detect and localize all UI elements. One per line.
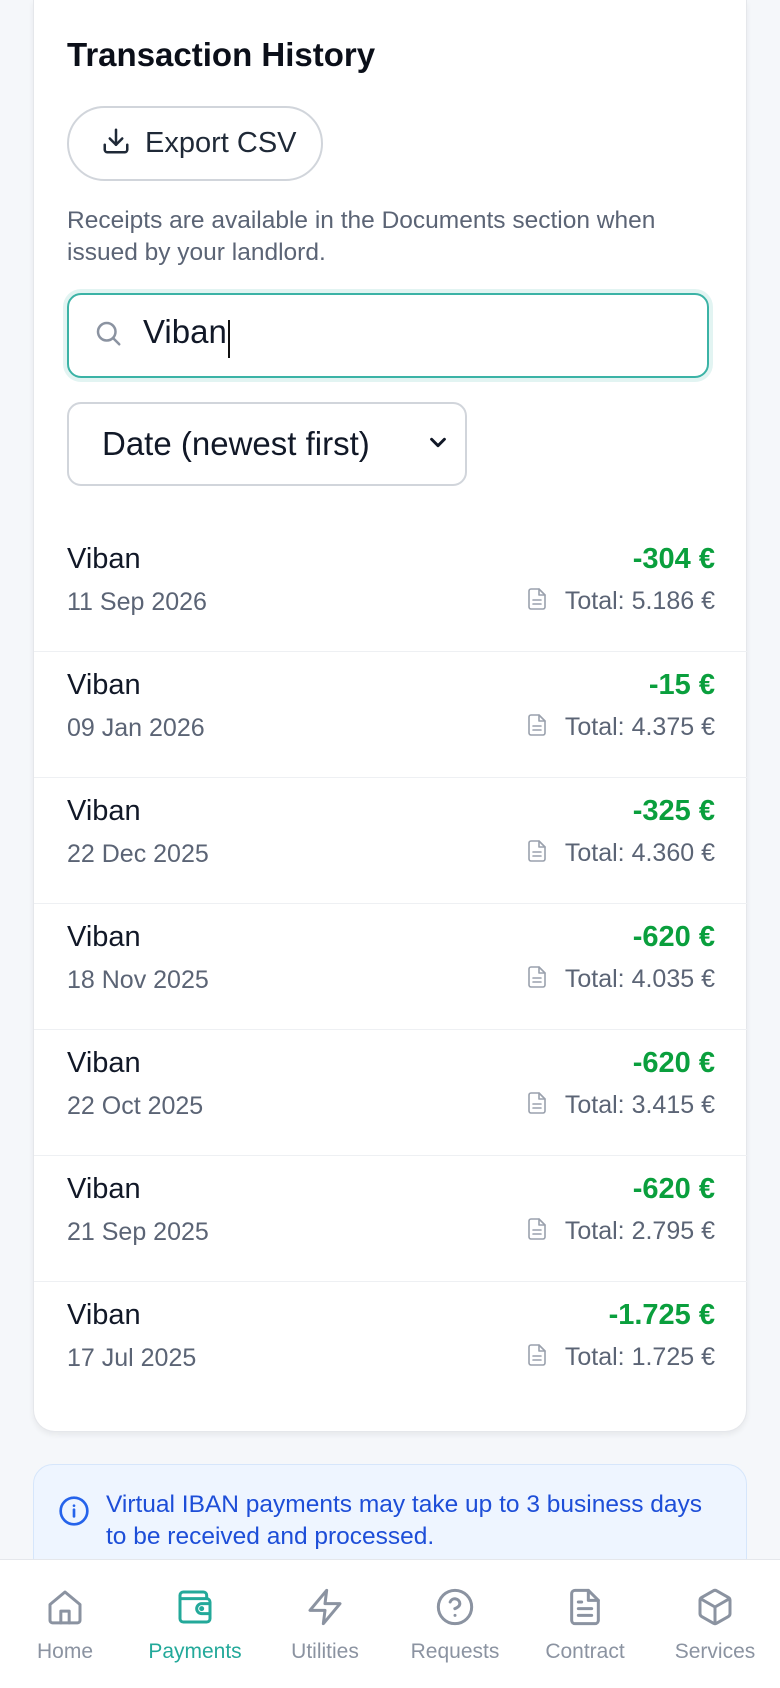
transaction-date: 17 Jul 2025 [67,1344,197,1372]
transaction-total: Total: 1.725 € [564,1343,715,1371]
nav-label: Payments [148,1640,242,1663]
transaction-date: 22 Dec 2025 [67,840,209,868]
nav-label: Utilities [291,1640,359,1663]
export-csv-label: Export CSV [145,127,297,159]
app-page: Transaction History Export CSV Receipts … [0,0,780,1688]
search-input[interactable]: Viban [67,293,709,378]
nav-item-utilities[interactable]: Utilities [260,1560,390,1688]
transaction-date: 22 Oct 2025 [67,1092,204,1120]
nav-item-services[interactable]: Services [650,1560,780,1688]
export-csv-button[interactable]: Export CSV [67,106,323,181]
nav-label: Contract [545,1640,625,1663]
help-circle-icon [435,1587,475,1632]
transaction-amount: -15 € [648,669,715,701]
transaction-name: Viban [67,543,141,575]
nav-item-contract[interactable]: Contract [520,1560,650,1688]
bottom-nav: Home Payments Utilities Requests Contrac… [0,1559,780,1688]
info-text: Virtual IBAN payments may take up to 3 b… [106,1491,703,1550]
receipt-document-icon[interactable] [525,586,549,617]
receipt-document-icon[interactable] [525,1216,549,1247]
transaction-name: Viban [67,669,141,701]
table-row[interactable]: Viban 21 Sep 2025 -620 € Total: 2.795 € [34,1156,748,1282]
receipt-document-icon[interactable] [525,964,549,995]
transaction-amount: -1.725 € [608,1299,715,1331]
sort-selected-value: Date (newest first) [102,425,370,462]
table-row[interactable]: Viban 09 Jan 2026 -15 € Total: 4.375 € [34,652,748,778]
transaction-name: Viban [67,921,141,953]
transaction-total: Total: 4.360 € [564,839,715,867]
transaction-amount: -620 € [632,921,715,953]
text-caret [227,319,230,358]
transaction-name: Viban [67,1299,141,1331]
transaction-total: Total: 2.795 € [564,1217,715,1245]
transaction-date: 09 Jan 2026 [67,714,205,742]
transaction-total: Total: 3.415 € [564,1091,715,1119]
nav-label: Services [674,1640,756,1663]
home-icon [45,1587,85,1632]
transaction-date: 21 Sep 2025 [67,1218,209,1246]
chevron-down-icon [427,431,449,458]
transaction-date: 18 Nov 2025 [67,966,209,994]
transaction-amount: -620 € [632,1173,715,1205]
nav-item-home[interactable]: Home [0,1560,130,1688]
transaction-total: Total: 4.375 € [564,713,715,741]
transaction-date: 11 Sep 2026 [67,588,207,616]
info-icon [58,1495,90,1532]
lightning-icon [305,1587,345,1632]
table-row[interactable]: Viban 17 Jul 2025 -1.725 € Total: 1.725 … [34,1282,748,1408]
transaction-name: Viban [67,795,141,827]
table-row[interactable]: Viban 18 Nov 2025 -620 € Total: 4.035 € [34,904,748,1030]
transaction-list: Viban 11 Sep 2026 -304 € Total: 5.186 € … [34,526,748,1408]
receipt-document-icon[interactable] [525,838,549,869]
nav-item-payments[interactable]: Payments [130,1560,260,1688]
search-value: Viban [143,313,227,351]
wallet-icon [175,1587,215,1632]
document-icon [565,1587,605,1632]
nav-label: Home [36,1640,94,1663]
transaction-amount: -325 € [632,795,715,827]
transaction-total: Total: 5.186 € [564,587,715,615]
search-icon [93,318,123,353]
receipt-document-icon[interactable] [525,1342,549,1373]
transaction-name: Viban [67,1173,141,1205]
table-row[interactable]: Viban 22 Oct 2025 -620 € Total: 3.415 € [34,1030,748,1156]
receipts-note: Receipts are available in the Documents … [67,207,656,266]
package-icon [695,1587,735,1632]
nav-label: Requests [410,1640,500,1663]
sort-select[interactable]: Date (newest first) [67,402,467,486]
download-icon [101,126,131,161]
receipt-document-icon[interactable] [525,1090,549,1121]
transaction-total: Total: 4.035 € [564,965,715,993]
receipt-document-icon[interactable] [525,712,549,743]
transaction-amount: -304 € [632,543,715,575]
card-title: Transaction History [67,36,376,73]
transaction-history-card: Transaction History Export CSV Receipts … [33,0,748,1432]
transaction-amount: -620 € [632,1047,715,1079]
table-row[interactable]: Viban 22 Dec 2025 -325 € Total: 4.360 € [34,778,748,904]
table-row[interactable]: Viban 11 Sep 2026 -304 € Total: 5.186 € [34,526,748,652]
transaction-name: Viban [67,1047,141,1079]
nav-item-requests[interactable]: Requests [390,1560,520,1688]
